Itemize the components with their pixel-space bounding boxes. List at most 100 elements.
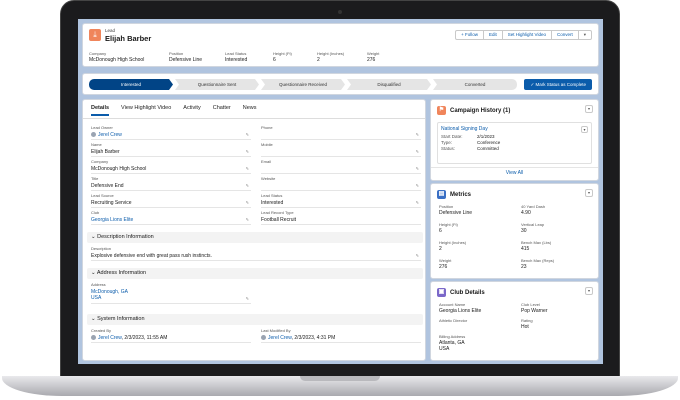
convert-button[interactable]: Convert [550,30,579,40]
address-block: Address McDonough, GA USA ✎ [91,282,251,306]
metric-field: 40 Yard Dash 4.90 [521,204,597,216]
path-step-converted[interactable]: Converted [433,79,517,90]
details-right-column: Phone ✎ Mobile ✎ Email ✎ Website ✎ Lead Stat… [261,125,421,227]
path-step-questionnaire-sent[interactable]: Questionnaire Sent [175,79,259,90]
card-menu-button[interactable]: ▾ [585,105,593,113]
header-field-label: Position [169,51,184,56]
edit-pencil-icon[interactable]: ✎ [416,132,419,137]
edit-pencil-icon[interactable]: ✎ [416,166,419,171]
edit-pencil-icon[interactable]: ✎ [416,183,419,188]
camera-dot [338,10,342,14]
field-label: Title [91,176,99,181]
metric-field: Position Defensive Line [439,204,515,216]
lead-owner-link[interactable]: Jerel Crew [98,132,122,138]
header-field-label: Height (Inches) [317,51,345,56]
metric-label: Bench Max (Lbs) [521,240,552,245]
path-step-questionnaire-received[interactable]: Questionnaire Received [261,79,345,90]
avatar [91,335,96,341]
field-label: Lead Record Type [261,210,294,215]
section-title: Description Information [97,234,154,240]
edit-pencil-icon[interactable]: ✎ [416,149,419,154]
tab-chatter[interactable]: Chatter [213,105,231,116]
field-created-by: Created By Jerel Crew, 2/3/2023, 11:55 AM [91,328,251,343]
created-by-block: Created By Jerel Crew, 2/3/2023, 11:55 AM [91,328,251,345]
screen: ⤓ Lead Elijah Barber + Follow Edit Set H… [78,19,603,364]
metric-label: Height (Ft) [439,222,458,227]
tab-view-highlight-video[interactable]: View Highlight Video [121,105,171,116]
club-label: Rating [521,318,533,323]
header-field: Height (Inches) 2 [317,51,355,63]
section-description[interactable]: ⌄ Description Information [87,232,423,243]
metric-value: 2 [439,246,442,252]
campaign-row-value: Conference [477,140,501,145]
edit-button[interactable]: Edit [483,30,503,40]
metric-value: 276 [439,264,448,270]
follow-button[interactable]: + Follow [455,30,484,40]
header-field-label: Weight [367,51,380,56]
metric-label: Weight [439,258,452,263]
field-label: Club [91,210,100,215]
field-description: Description Explosive defensive end with … [91,246,421,261]
metric-value: Defensive Line [439,210,473,216]
field-lead-source: Lead Source Recruiting Service ✎ [91,193,251,208]
campaign-row-label: Start Date: [441,134,463,139]
field-value: Recruiting Service [91,200,132,206]
field-lead-status: Lead Status Interested ✎ [261,193,421,208]
card-title: Metrics [450,191,472,198]
field-value: Football Recruit [261,217,297,223]
tab-news[interactable]: News [243,105,257,116]
tab-divider [83,118,425,119]
field-value: Interested [261,200,284,206]
field-name: Name Elijah Barber ✎ [91,142,251,157]
campaign-link[interactable]: National Signing Day [441,126,588,132]
club-label: Account Name [439,302,466,307]
created-by-link[interactable]: Jerel Crew [98,335,122,341]
field-value: Explosive defensive end with great pass … [91,253,212,259]
field-label: Description [91,246,112,251]
edit-pencil-icon[interactable]: ✎ [246,149,249,154]
view-all-link[interactable]: View All [431,170,598,176]
metrics-card: ▤ Metrics ▾ Position Defensive Line 40 Yar… [430,183,599,279]
edit-pencil-icon[interactable]: ✎ [416,253,419,258]
edit-pencil-icon[interactable]: ✎ [246,296,249,301]
section-title: System Information [97,316,145,322]
edit-pencil-icon[interactable]: ✎ [416,200,419,205]
field-label: Last Modified By [261,328,291,333]
header-field: Position Defensive Line [169,51,213,63]
created-date: , 2/3/2023, 11:55 AM [121,335,168,341]
club-label: Billing Address [439,334,466,339]
card-menu-button[interactable]: ▾ [585,189,593,197]
field-label: Lead Status [261,193,283,198]
edit-pencil-icon[interactable]: ✎ [246,200,249,205]
path-step-interested[interactable]: Interested [89,79,173,90]
section-address[interactable]: ⌄ Address Information [87,268,423,279]
more-actions-button[interactable]: ▾ [577,30,592,40]
avatar [91,132,96,138]
field-value: Defensive End [91,183,124,189]
club-value: Georgia Lions Elite [439,308,482,314]
campaign-item-menu-button[interactable]: ▾ [581,126,588,133]
modified-by-link[interactable]: Jerel Crew [268,335,292,341]
edit-pencil-icon[interactable]: ✎ [246,166,249,171]
edit-pencil-icon[interactable]: ✎ [246,183,249,188]
tab-activity[interactable]: Activity [183,105,200,116]
modified-by-block: Last Modified By Jerel Crew, 2/3/2023, 4:… [261,328,421,345]
edit-pencil-icon[interactable]: ✎ [246,217,249,222]
club-value: Hot [521,324,529,330]
path-step-disqualified[interactable]: Disqualified [347,79,431,90]
field-email: Email ✎ [261,159,421,174]
tab-details[interactable]: Details [91,105,110,116]
card-menu-button[interactable]: ▾ [585,287,593,295]
edit-pencil-icon[interactable]: ✎ [246,132,249,137]
section-system[interactable]: ⌄ System Information [87,314,423,325]
field-company: Company McDonough High School ✎ [91,159,251,174]
club-link[interactable]: Georgia Lions Elite [91,217,251,223]
metric-value: 23 [521,264,527,270]
mark-status-complete-button[interactable]: ✓ Mark Status as Complete [524,79,592,90]
club-field: Club Level Pop Warner [521,302,597,314]
address-country[interactable]: USA [91,295,251,301]
club-details-card: ▣ Club Details ▾ Account Name Georgia Lion… [430,281,599,361]
set-highlight-video-button[interactable]: Set Highlight Video [501,30,552,40]
metric-label: Height (Inches) [439,240,467,245]
metric-value: 415 [521,246,530,252]
